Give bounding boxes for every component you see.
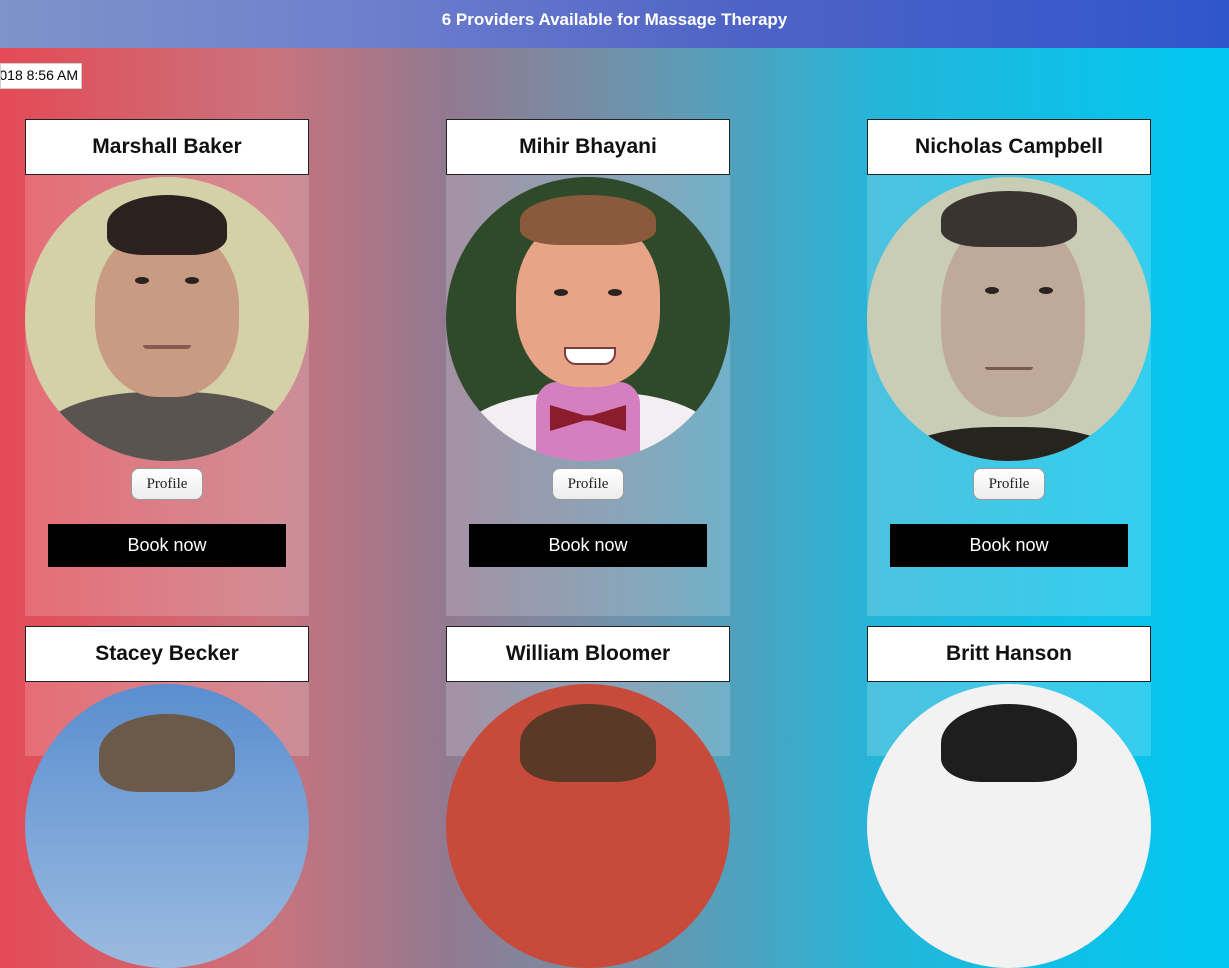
provider-photo	[25, 684, 309, 968]
provider-photo	[446, 177, 730, 461]
photo-mouth	[985, 367, 1033, 370]
photo-eye-left	[985, 287, 999, 294]
profile-button[interactable]: Profile	[131, 468, 203, 500]
timestamp-text: 018 8:56 AM	[0, 67, 78, 83]
photo-hair	[941, 704, 1077, 782]
provider-card: Marshall Baker Profile Book now	[25, 119, 309, 616]
provider-photo	[25, 177, 309, 461]
provider-name: Britt Hanson	[867, 626, 1151, 682]
photo-shirt	[879, 427, 1139, 461]
photo-face	[941, 217, 1085, 417]
photo-eye-right	[1039, 287, 1053, 294]
profile-button[interactable]: Profile	[973, 468, 1045, 500]
page-title: 6 Providers Available for Massage Therap…	[441, 10, 788, 29]
photo-eye-right	[185, 277, 199, 284]
photo-hair	[520, 704, 656, 782]
photo-mouth	[564, 347, 616, 365]
book-now-button[interactable]: Book now	[469, 524, 707, 567]
photo-hair	[107, 195, 227, 255]
photo-mouth	[143, 345, 191, 349]
provider-card: Nicholas Campbell Profile Book now	[867, 119, 1151, 616]
page-header: 6 Providers Available for Massage Therap…	[0, 0, 1229, 48]
provider-name: Nicholas Campbell	[867, 119, 1151, 175]
provider-card: Mihir Bhayani Profile Book now	[446, 119, 730, 616]
provider-photo	[867, 684, 1151, 968]
provider-name: Mihir Bhayani	[446, 119, 730, 175]
photo-hair	[941, 191, 1077, 247]
photo-hair	[99, 714, 235, 792]
provider-name: William Bloomer	[446, 626, 730, 682]
provider-photo	[446, 684, 730, 968]
photo-hair	[520, 195, 656, 245]
photo-eye-right	[608, 289, 622, 296]
book-now-button[interactable]: Book now	[48, 524, 286, 567]
book-now-button[interactable]: Book now	[890, 524, 1128, 567]
photo-shirt	[37, 392, 297, 461]
photo-eye-left	[135, 277, 149, 284]
photo-eye-left	[554, 289, 568, 296]
provider-name: Marshall Baker	[25, 119, 309, 175]
provider-photo	[867, 177, 1151, 461]
provider-card: Stacey Becker	[25, 626, 309, 968]
profile-button[interactable]: Profile	[552, 468, 624, 500]
provider-card: Britt Hanson	[867, 626, 1151, 968]
provider-name: Stacey Becker	[25, 626, 309, 682]
timestamp: 018 8:56 AM	[0, 63, 82, 89]
provider-card: William Bloomer	[446, 626, 730, 968]
